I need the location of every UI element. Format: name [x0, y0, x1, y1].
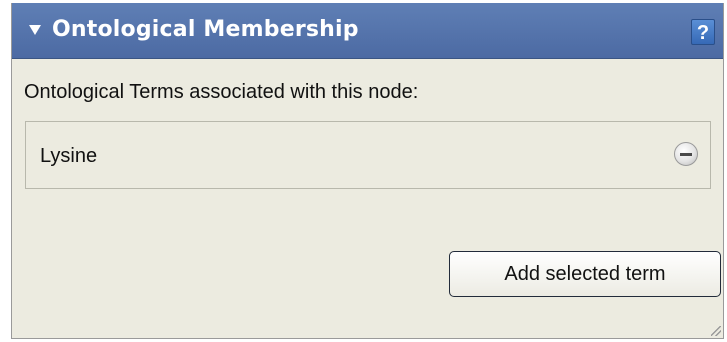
resize-grip-icon[interactable] — [711, 326, 721, 336]
add-selected-term-button[interactable]: Add selected term — [449, 251, 721, 297]
minus-circle-icon[interactable] — [674, 142, 698, 166]
panel-title: Ontological Membership — [52, 17, 359, 42]
triangle-down-icon[interactable] — [29, 25, 41, 35]
help-button[interactable]: ? — [691, 19, 715, 45]
panel-header[interactable]: Ontological Membership ? — [12, 3, 723, 59]
term-label: Lysine — [40, 145, 98, 167]
term-list-item: Lysine — [25, 121, 711, 189]
terms-intro-label: Ontological Terms associated with this n… — [24, 81, 419, 103]
ontological-membership-panel: Ontological Membership ? Ontological Ter… — [11, 3, 724, 339]
